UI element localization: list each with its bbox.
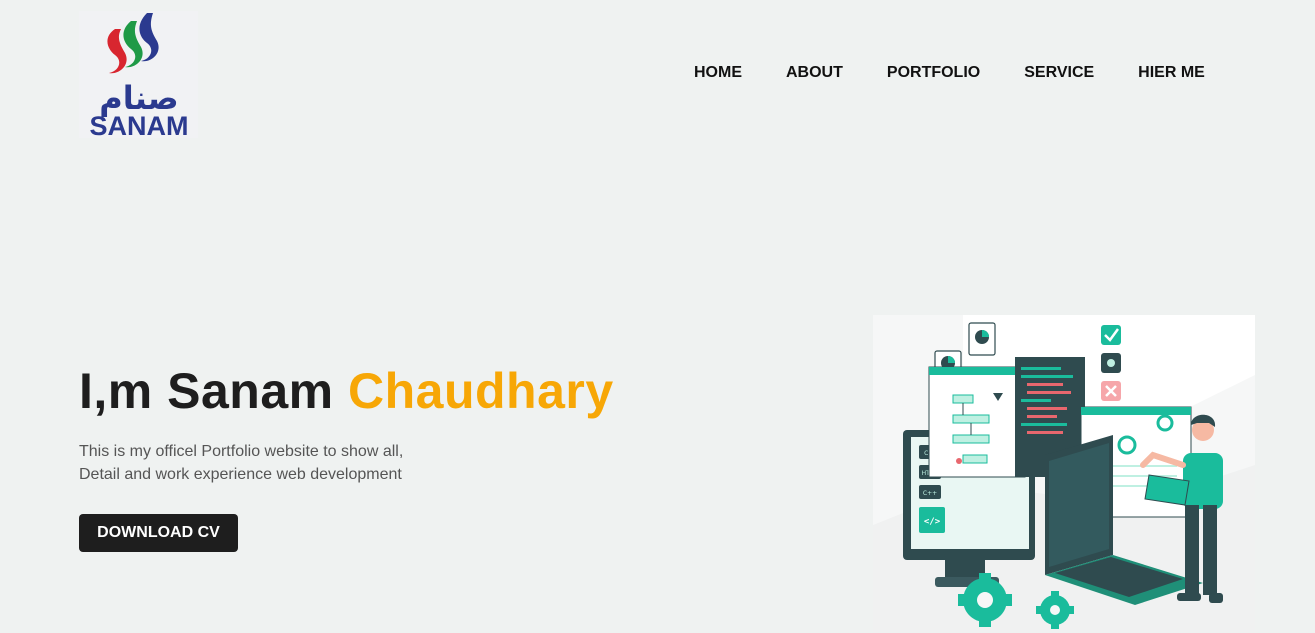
nav-home[interactable]: HOME — [672, 64, 764, 82]
hero-description: This is my officel Portfolio website to … — [79, 440, 439, 486]
brand-logo[interactable]: صنام SANAM — [79, 11, 198, 138]
nav-about[interactable]: ABOUT — [764, 64, 865, 82]
main-nav: HOME ABOUT PORTFOLIO SERVICE HIER ME — [672, 64, 1205, 82]
illus-label-cpp: C++ — [923, 490, 937, 497]
hero-description-line-1: This is my officel Portfolio website to … — [79, 443, 404, 460]
download-cv-button[interactable]: DOWNLOAD CV — [79, 514, 238, 552]
page: صنام SANAM HOME ABOUT PORTFOLIO SERVICE … — [0, 0, 1315, 633]
illus-label-code: </> — [924, 517, 941, 527]
web-developer-illustration: CSS HTML C++ </> — [873, 315, 1255, 633]
nav-hire-me[interactable]: HIER ME — [1116, 64, 1205, 82]
nav-service[interactable]: SERVICE — [1002, 64, 1116, 82]
hero-title-accent: Chaudhary — [348, 363, 614, 419]
nav-portfolio[interactable]: PORTFOLIO — [865, 64, 1002, 82]
logo-text: SANAM — [90, 111, 189, 138]
hero-title: I,m Sanam Chaudhary — [79, 362, 614, 420]
hero-description-line-2: Detail and work experience web developme… — [79, 466, 402, 483]
hero-title-prefix: I,m Sanam — [79, 363, 348, 419]
